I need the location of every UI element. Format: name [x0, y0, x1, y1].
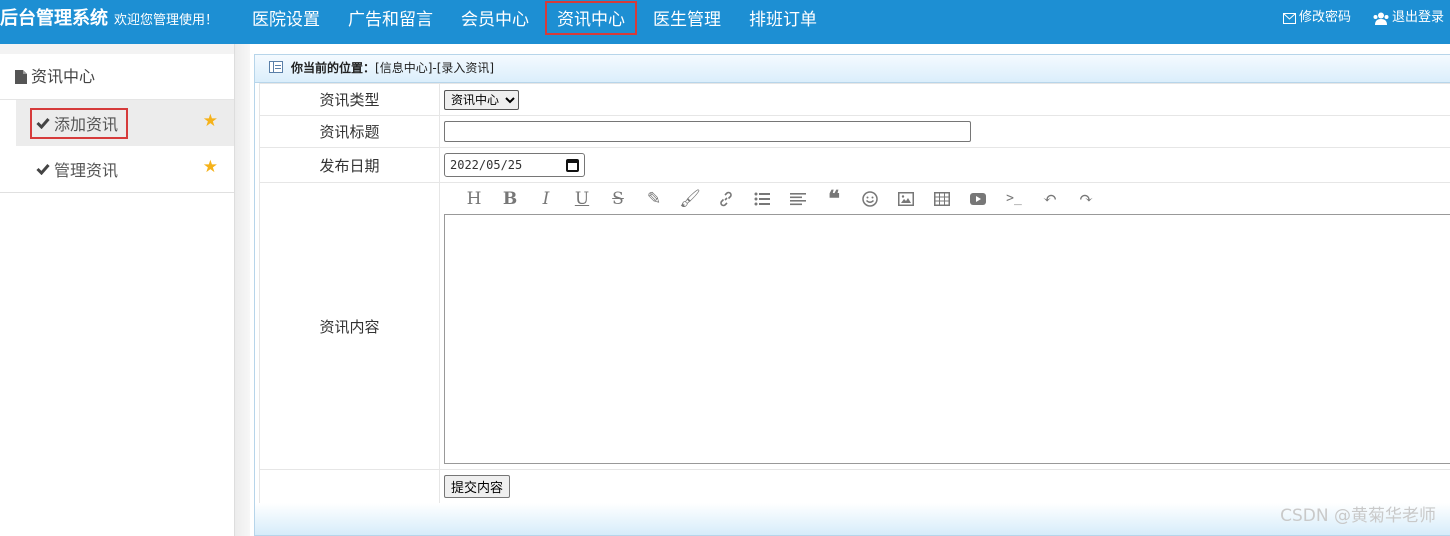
breadcrumb: 你当前的位置：[信息中心]-[录入资讯]	[255, 55, 1450, 83]
form-row-submit: 提交内容	[259, 469, 1450, 504]
news-title-input[interactable]	[444, 121, 971, 142]
align-left-icon[interactable]	[780, 186, 816, 212]
sidebar-divider	[0, 192, 234, 193]
content-editor[interactable]	[444, 214, 1450, 464]
top-right-links: 修改密码 退出登录	[1282, 0, 1444, 36]
nav-ads-messages[interactable]: 广告和留言	[336, 1, 445, 35]
highlight-icon[interactable]: ✎	[636, 186, 672, 212]
nav-news-center[interactable]: 资讯中心	[545, 1, 637, 35]
form-row-date: 发布日期 2022/05/25	[259, 147, 1450, 183]
sidebar-item-label: 添加资讯	[54, 115, 119, 134]
title-label: 资讯标题	[259, 115, 440, 148]
star-icon[interactable]: ★	[203, 157, 218, 177]
top-bar: 后台管理系统 欢迎您管理使用！ 医院设置 广告和留言 会员中心 资讯中心 医生管理…	[0, 0, 1450, 44]
news-type-select[interactable]: 资讯中心	[444, 89, 519, 110]
nav-member-center[interactable]: 会员中心	[449, 1, 541, 35]
redo-icon[interactable]: ↷	[1068, 186, 1104, 212]
content-cell: H B I U S ✎ 🖌 ❝ >_ ↶ ↷	[439, 182, 1450, 470]
breadcrumb-prefix: 你当前的位置：	[291, 61, 376, 75]
submit-label-cell	[259, 469, 440, 504]
sidebar-section-header[interactable]: 资讯中心	[0, 54, 234, 100]
sidebar-gap	[0, 44, 234, 54]
logout-link[interactable]: 退出登录	[1373, 0, 1444, 36]
main-panel: 你当前的位置：[信息中心]-[录入资讯] 资讯类型 资讯中心 资讯标题 发布日期…	[254, 54, 1450, 536]
users-icon	[1373, 12, 1389, 25]
brand-title: 后台管理系统	[0, 8, 108, 29]
date-cell: 2022/05/25	[439, 147, 1450, 183]
change-password-link[interactable]: 修改密码	[1282, 0, 1351, 36]
nav-doctor-management[interactable]: 医生管理	[641, 1, 733, 35]
submit-button[interactable]: 提交内容	[444, 475, 511, 498]
panel-icon	[269, 61, 283, 73]
file-icon	[15, 69, 27, 84]
top-nav: 医院设置 广告和留言 会员中心 资讯中心 医生管理 排班订单	[240, 0, 833, 38]
video-icon[interactable]	[960, 186, 996, 212]
star-icon[interactable]: ★	[203, 111, 218, 131]
strikethrough-icon[interactable]: S	[600, 186, 636, 212]
check-icon	[36, 164, 50, 175]
heading-icon[interactable]: H	[456, 186, 492, 212]
sidebar-section-title: 资讯中心	[31, 66, 96, 86]
publish-date-value: 2022/05/25	[450, 158, 523, 172]
emoji-icon[interactable]	[852, 186, 888, 212]
sidebar-item-label: 管理资讯	[54, 161, 119, 180]
sidebar-item-label-wrap: 添加资讯	[30, 107, 129, 139]
breadcrumb-path: [信息中心]-[录入资讯]	[375, 61, 495, 75]
publish-date-input[interactable]: 2022/05/25	[444, 153, 585, 177]
bullet-list-icon[interactable]	[744, 186, 780, 212]
news-form: 资讯类型 资讯中心 资讯标题 发布日期 2022/05/25 资讯内容 H B …	[259, 83, 1450, 504]
image-icon[interactable]	[888, 186, 924, 212]
blockquote-icon[interactable]: ❝	[816, 186, 852, 212]
envelope-icon	[1282, 12, 1296, 24]
sidebar-item-manage-news[interactable]: 管理资讯 ★	[16, 146, 234, 192]
form-row-content: 资讯内容 H B I U S ✎ 🖌 ❝ >_ ↶ ↷	[259, 182, 1450, 470]
title-cell	[439, 115, 1450, 148]
undo-icon[interactable]: ↶	[1032, 186, 1068, 212]
watermark: CSDN @黄菊华老师	[1280, 506, 1436, 526]
underline-icon[interactable]: U	[564, 186, 600, 212]
sidebar-splitter[interactable]	[234, 44, 250, 536]
submit-cell: 提交内容	[439, 469, 1450, 504]
form-row-type: 资讯类型 资讯中心	[259, 83, 1450, 116]
table-icon[interactable]	[924, 186, 960, 212]
italic-icon[interactable]: I	[528, 186, 564, 212]
type-cell: 资讯中心	[439, 83, 1450, 116]
brand: 后台管理系统 欢迎您管理使用！	[0, 0, 218, 38]
date-label: 发布日期	[259, 147, 440, 183]
nav-schedule-orders[interactable]: 排班订单	[737, 1, 829, 35]
link-icon[interactable]	[708, 186, 744, 212]
editor-toolbar: H B I U S ✎ 🖌 ❝ >_ ↶ ↷	[444, 183, 1450, 214]
check-icon	[36, 118, 50, 129]
panel-footer	[255, 503, 1450, 535]
bold-icon[interactable]: B	[492, 186, 528, 212]
calendar-icon[interactable]	[566, 158, 579, 172]
sidebar: 资讯中心 添加资讯 ★ 管理资讯 ★	[0, 44, 234, 536]
form-row-title: 资讯标题	[259, 115, 1450, 148]
nav-hospital-settings[interactable]: 医院设置	[240, 1, 332, 35]
sidebar-item-label-wrap: 管理资讯	[30, 154, 128, 185]
type-label: 资讯类型	[259, 83, 440, 116]
logout-label: 退出登录	[1391, 10, 1444, 25]
content-label: 资讯内容	[259, 182, 440, 470]
sidebar-item-add-news[interactable]: 添加资讯 ★	[16, 100, 234, 146]
welcome-text: 欢迎您管理使用！	[114, 13, 219, 28]
change-password-label: 修改密码	[1298, 10, 1351, 25]
paint-brush-icon[interactable]: 🖌	[672, 186, 708, 212]
code-icon[interactable]: >_	[996, 186, 1032, 212]
